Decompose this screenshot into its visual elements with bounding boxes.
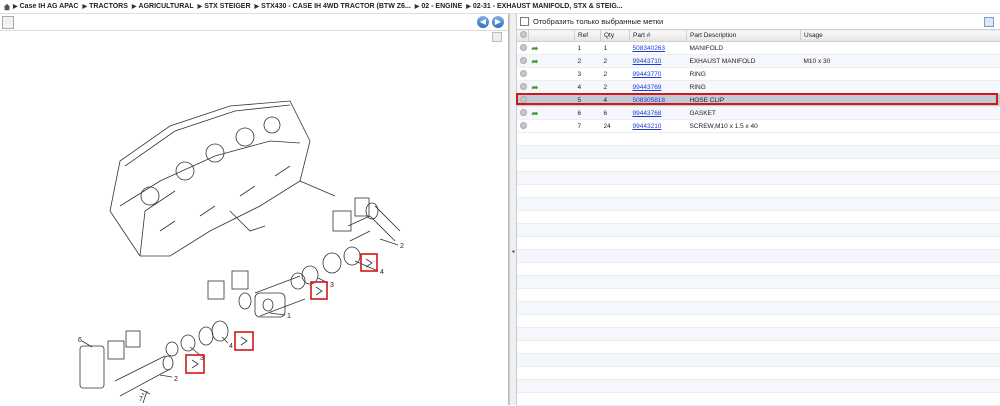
arrow-right-icon: ▶ bbox=[132, 3, 137, 10]
header-qty[interactable]: Qty bbox=[601, 30, 630, 42]
select-all-icon[interactable] bbox=[520, 31, 527, 38]
engine-block-illustration bbox=[110, 101, 335, 256]
arrow-right-icon: ▶ bbox=[83, 3, 88, 10]
callout-label[interactable]: 4 bbox=[380, 269, 384, 276]
callout-label[interactable]: 6 bbox=[78, 337, 82, 344]
breadcrumb-item[interactable]: ▶02-31 - EXHAUST MANIFOLD, STX & STEIG..… bbox=[466, 3, 622, 10]
lower-manifold-illustration bbox=[80, 321, 228, 403]
breadcrumb-item[interactable]: ▶Case IH AG APAC bbox=[13, 3, 79, 10]
breadcrumb-item[interactable]: ▶STX430 - CASE IH 4WD TRACTOR (BTW Z6... bbox=[255, 3, 411, 10]
selected-row-highlight bbox=[516, 93, 998, 105]
home-icon[interactable] bbox=[3, 3, 11, 11]
arrow-right-icon: ▶ bbox=[13, 3, 18, 10]
part-number-link[interactable]: 99443768 bbox=[633, 110, 662, 117]
part-number-link[interactable]: 508340263 bbox=[633, 45, 666, 52]
table-row[interactable]: ➦ 4 2 99443769 RING bbox=[517, 81, 1000, 94]
hose-clip-highlight[interactable] bbox=[311, 282, 327, 299]
table-row[interactable]: 3 2 99443770 RING bbox=[517, 68, 1000, 81]
go-arrow-icon[interactable]: ➦ bbox=[532, 109, 539, 118]
grid-settings-icon[interactable] bbox=[984, 17, 994, 27]
row-select-icon[interactable] bbox=[520, 70, 527, 77]
parts-list-panel: Отобразить только выбранные метки Ref Qt… bbox=[516, 14, 1000, 405]
table-row[interactable]: ➦ 1 1 508340263 MANIFOLD bbox=[517, 42, 1000, 55]
row-select-icon[interactable] bbox=[520, 44, 527, 51]
breadcrumb: ▶Case IH AG APAC ▶TRACTORS ▶AGRICULTURAL… bbox=[0, 0, 1000, 14]
header-description[interactable]: Part Description bbox=[687, 30, 801, 42]
download-icon[interactable] bbox=[2, 16, 14, 29]
empty-rows bbox=[517, 133, 1000, 406]
table-row[interactable]: ➦ 6 6 99443768 GASKET bbox=[517, 107, 1000, 120]
exploded-parts-diagram: 2 4 3 1 4 3 6 2 7 bbox=[0, 31, 508, 403]
header-action bbox=[529, 30, 575, 42]
callout-label[interactable]: 2 bbox=[174, 376, 178, 383]
arrow-right-icon: ▶ bbox=[255, 3, 260, 10]
filter-bar: Отобразить только выбранные метки bbox=[516, 14, 1000, 28]
arrow-right-icon: ▶ bbox=[466, 3, 471, 10]
go-arrow-icon[interactable]: ➦ bbox=[532, 44, 539, 53]
part-number-link[interactable]: 99443770 bbox=[633, 71, 662, 78]
header-ref[interactable]: Ref bbox=[575, 30, 601, 42]
header-part-number[interactable]: Part # bbox=[630, 30, 687, 42]
arrow-right-icon: ▶ bbox=[415, 3, 420, 10]
hose-clip-highlight[interactable] bbox=[361, 254, 377, 271]
show-selected-only-checkbox[interactable] bbox=[520, 17, 529, 26]
previous-diagram-button[interactable]: ◀ bbox=[477, 16, 489, 28]
diagram-toolbar: ◀ ▶ bbox=[0, 14, 508, 31]
breadcrumb-item[interactable]: ▶AGRICULTURAL bbox=[132, 3, 194, 10]
parts-table: Ref Qty Part # Part Description Usage ➦ … bbox=[516, 29, 1000, 406]
row-select-icon[interactable] bbox=[520, 109, 527, 116]
table-header: Ref Qty Part # Part Description Usage bbox=[517, 30, 1000, 42]
show-selected-only-label: Отобразить только выбранные метки bbox=[533, 17, 663, 26]
callout-label[interactable]: 1 bbox=[287, 313, 291, 320]
go-arrow-icon[interactable]: ➦ bbox=[532, 57, 539, 66]
callout-label[interactable]: 4 bbox=[229, 343, 233, 350]
breadcrumb-item[interactable]: ▶TRACTORS bbox=[83, 3, 128, 10]
header-select-all[interactable] bbox=[517, 30, 529, 42]
go-arrow-icon[interactable]: ➦ bbox=[532, 83, 539, 92]
part-number-link[interactable]: 99443210 bbox=[633, 123, 662, 130]
callout-label[interactable]: 3 bbox=[330, 282, 334, 289]
table-row[interactable]: 7 24 99443210 SCREW,M10 x 1.5 x 40 bbox=[517, 120, 1000, 133]
next-diagram-button[interactable]: ▶ bbox=[492, 16, 504, 28]
upper-manifold-illustration bbox=[208, 198, 400, 317]
callout-label[interactable]: 7 bbox=[139, 396, 143, 403]
diagram-panel: ◀ ▶ bbox=[0, 14, 509, 405]
row-select-icon[interactable] bbox=[520, 83, 527, 90]
hose-clip-highlight[interactable] bbox=[235, 332, 253, 350]
header-usage[interactable]: Usage bbox=[801, 30, 1000, 42]
arrow-right-icon: ▶ bbox=[198, 3, 203, 10]
breadcrumb-item[interactable]: ▶02 - ENGINE bbox=[415, 3, 462, 10]
part-number-link[interactable]: 99443710 bbox=[633, 58, 662, 65]
row-select-icon[interactable] bbox=[520, 57, 527, 64]
part-number-link[interactable]: 99443769 bbox=[633, 84, 662, 91]
row-select-icon[interactable] bbox=[520, 122, 527, 129]
table-row[interactable]: ➦ 2 2 99443710 EXHAUST MANIFOLD M10 x 30 bbox=[517, 55, 1000, 68]
breadcrumb-item[interactable]: ▶STX STEIGER bbox=[198, 3, 251, 10]
callout-label[interactable]: 2 bbox=[400, 243, 404, 250]
